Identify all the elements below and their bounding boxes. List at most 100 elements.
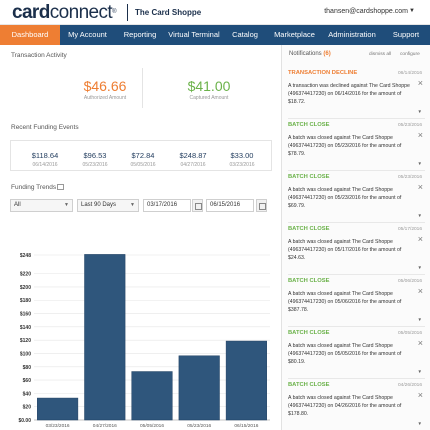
notification-title: BATCH CLOSE [288, 226, 330, 232]
close-icon[interactable]: × [418, 391, 423, 400]
chart-icon[interactable] [57, 184, 64, 190]
x-tick-label: 05/23/2016 [187, 423, 211, 429]
activity-divider [142, 68, 143, 108]
notifications-count: (6) [323, 51, 331, 57]
chevron-down-icon[interactable]: ▼ [418, 109, 422, 114]
funding-event-date: 03/23/2016 [229, 162, 255, 168]
calendar-icon[interactable] [256, 199, 267, 212]
notification-item[interactable]: BATCH CLOSE 05/23/2016 × A batch was closed… [288, 174, 425, 226]
nav-tab-my-account[interactable]: My Account [60, 25, 115, 45]
x-tick-label: 06/15/2016 [234, 423, 258, 429]
notification-date: 05/05/2016 [397, 331, 422, 336]
chevron-down-icon[interactable]: ▼ [409, 8, 415, 14]
chevron-down-icon[interactable]: ▼ [418, 161, 422, 166]
nav-tab-support[interactable]: Support [382, 25, 430, 45]
close-icon[interactable]: × [418, 287, 423, 296]
nav-tab-marketplace[interactable]: Marketplace [267, 25, 322, 45]
user-menu-email[interactable]: thansen@cardshoppe.com [324, 8, 408, 15]
close-icon[interactable]: × [418, 131, 423, 140]
notification-body: A batch was closed against The Card Shop… [288, 135, 402, 157]
end-date-input[interactable]: 06/15/2016 [206, 199, 254, 212]
funding-event-amount: $96.53 [83, 151, 107, 160]
merchant-filter-value: All [14, 202, 21, 208]
notification-title: BATCH CLOSE [288, 174, 330, 180]
y-tick-label: $140 [20, 325, 31, 331]
notification-date: 05/06/2016 [397, 279, 422, 284]
y-tick-label: $20 [23, 405, 32, 411]
transaction-activity-title: Transaction Activity [11, 52, 67, 59]
y-tick-label: $60 [23, 378, 32, 384]
notification-body: A batch was closed against The Card Shop… [288, 395, 402, 417]
notification-divider [288, 274, 425, 275]
notification-title: TRANSACTION DECLINE [288, 70, 358, 76]
merchant-name: The Card Shoppe [135, 8, 202, 17]
funding-event-item[interactable]: $72.84 05/05/2016 [120, 151, 166, 168]
start-date-input[interactable]: 03/17/2016 [143, 199, 191, 212]
main-nav: Dashboard My Account Reporting Virtual T… [0, 25, 430, 45]
funding-event-date: 04/27/2016 [180, 162, 206, 168]
chevron-down-icon[interactable]: ▼ [418, 265, 422, 270]
notification-title: BATCH CLOSE [288, 330, 330, 336]
chart-bar[interactable] [37, 397, 79, 421]
chart-bar[interactable] [225, 340, 267, 421]
chevron-down-icon[interactable]: ▼ [418, 369, 422, 374]
cardconnect-logo[interactable]: cardconnect® [12, 2, 116, 23]
notification-date: 04/26/2016 [397, 383, 422, 388]
notification-item[interactable]: BATCH CLOSE 05/23/2016 × A batch was closed… [288, 122, 425, 174]
notifications-panel: Notifications (6) dismiss all configure … [281, 45, 430, 430]
top-header: cardconnect® The Card Shoppe thansen@car… [0, 0, 430, 25]
y-tick-label: $200 [20, 285, 31, 291]
notification-body: A batch was closed against The Card Shop… [288, 291, 402, 313]
x-tick-label: 03/23/2016 [46, 423, 70, 429]
notification-divider [288, 222, 425, 223]
notification-divider [288, 118, 425, 119]
calendar-icon[interactable] [192, 199, 203, 212]
close-icon[interactable]: × [418, 79, 423, 88]
authorized-amount-value: $46.66 [83, 78, 127, 94]
date-range-select[interactable]: Last 90 Days ▼ [77, 199, 139, 212]
configure-link[interactable]: configure [400, 52, 420, 57]
chevron-down-icon: ▼ [130, 202, 135, 208]
header-divider [127, 4, 128, 21]
notification-title: BATCH CLOSE [288, 122, 330, 128]
y-tick-label: $100 [20, 351, 31, 357]
funding-event-date: 05/23/2016 [82, 162, 108, 168]
chevron-down-icon[interactable]: ▼ [418, 317, 422, 322]
close-icon[interactable]: × [418, 235, 423, 244]
y-tick-label: $40 [23, 391, 32, 397]
notification-item[interactable]: BATCH CLOSE 05/17/2016 × A batch was closed… [288, 226, 425, 278]
close-icon[interactable]: × [418, 339, 423, 348]
notification-title: BATCH CLOSE [288, 382, 330, 388]
chevron-down-icon: ▼ [64, 202, 69, 208]
chart-bar[interactable] [178, 355, 220, 421]
funding-trends-title: Funding Trends [11, 184, 57, 191]
merchant-filter-select[interactable]: All ▼ [10, 199, 73, 212]
chart-bar[interactable] [84, 254, 126, 421]
notification-body: A batch was closed against The Card Shop… [288, 239, 402, 261]
notification-item[interactable]: BATCH CLOSE 04/26/2016 × A batch was closed… [288, 382, 425, 430]
notification-item[interactable]: TRANSACTION DECLINE 06/14/2016 × A transact… [288, 70, 425, 122]
chart-bar[interactable] [131, 371, 173, 421]
funding-event-item[interactable]: $248.87 04/27/2016 [170, 151, 216, 168]
y-tick-label: $120 [20, 338, 31, 344]
funding-event-item[interactable]: $33.00 03/23/2016 [219, 151, 265, 168]
funding-event-amount: $248.87 [179, 151, 207, 160]
nav-tab-dashboard[interactable]: Dashboard [0, 25, 60, 45]
notifications-title: Notifications [289, 51, 322, 57]
funding-event-item[interactable]: $118.64 06/14/2016 [22, 151, 68, 168]
y-tick-label: $160 [20, 312, 31, 318]
notifications-header: Notifications (6) [289, 51, 331, 57]
dismiss-all-link[interactable]: dismiss all [369, 52, 391, 57]
nav-tab-reporting[interactable]: Reporting [115, 25, 165, 45]
close-icon[interactable]: × [418, 183, 423, 192]
chevron-down-icon[interactable]: ▼ [418, 421, 422, 426]
logo-registered-mark: ® [112, 9, 116, 15]
notification-item[interactable]: BATCH CLOSE 05/06/2016 × A batch was closed… [288, 278, 425, 330]
funding-event-item[interactable]: $96.53 05/23/2016 [72, 151, 118, 168]
nav-tab-virtual-terminal[interactable]: Virtual Terminal [165, 25, 223, 45]
notification-item[interactable]: BATCH CLOSE 05/05/2016 × A batch was closed… [288, 330, 425, 382]
nav-tab-administration[interactable]: Administration [322, 25, 382, 45]
nav-tab-catalog[interactable]: Catalog [223, 25, 267, 45]
authorized-amount-label: Authorized Amount [83, 95, 127, 101]
chevron-down-icon[interactable]: ▼ [418, 213, 422, 218]
